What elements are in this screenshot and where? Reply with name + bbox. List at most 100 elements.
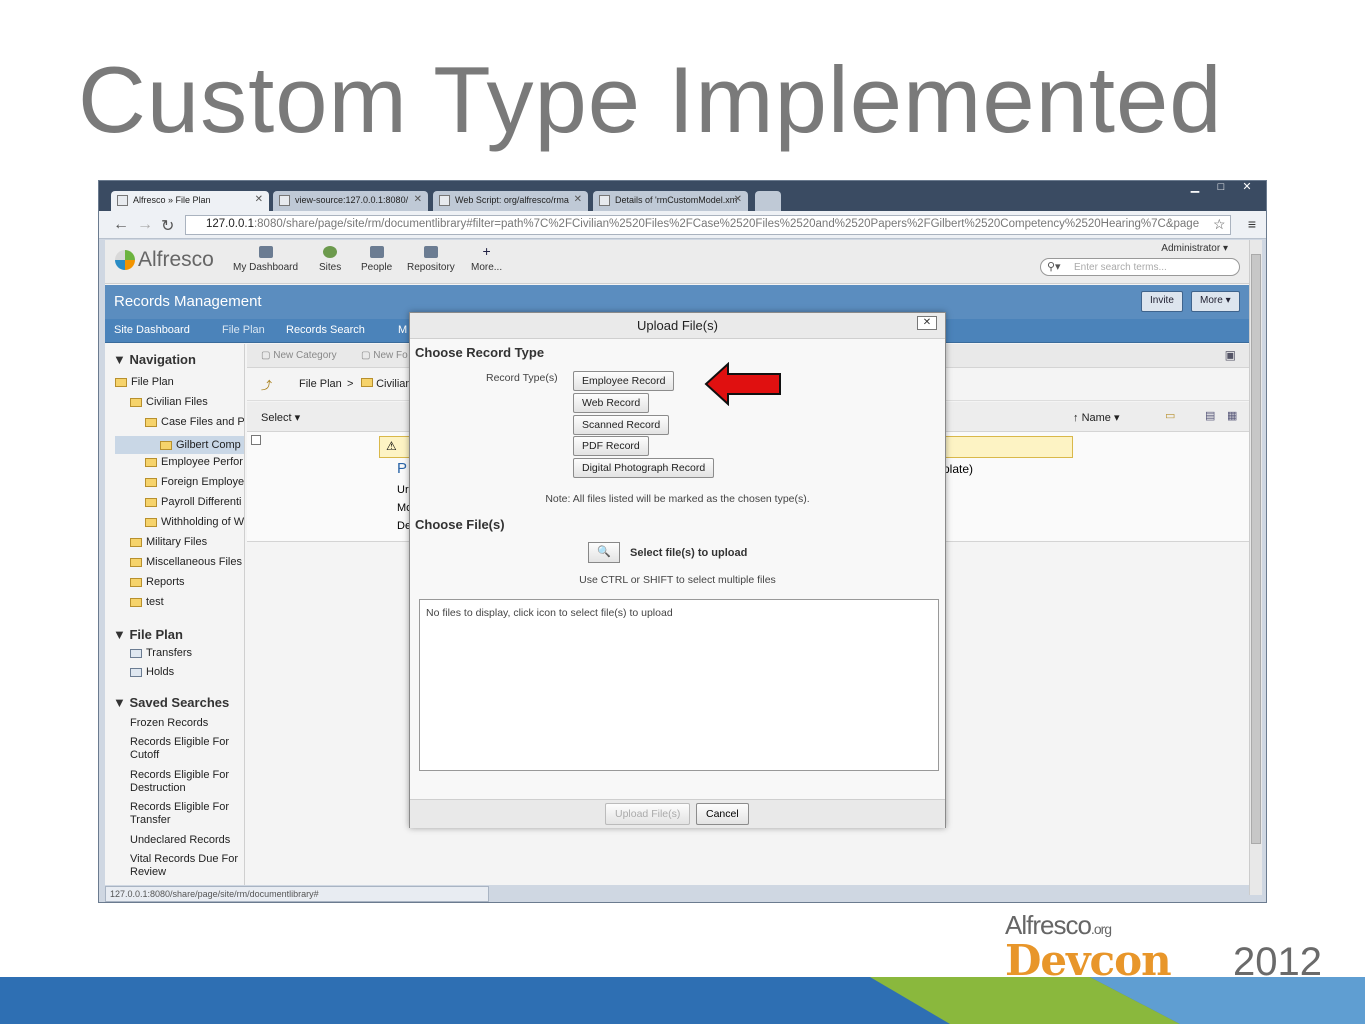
sidebar: ▼ Navigation File Plan Civilian Files Ca… [105, 344, 245, 885]
close-tab-icon[interactable]: ✕ [414, 194, 422, 205]
nav-sites[interactable]: Sites [319, 246, 341, 273]
holds-item[interactable]: Holds [130, 666, 174, 678]
saved-search-item[interactable]: Undeclared Records [130, 834, 230, 847]
saved-search-item[interactable]: Records Eligible For Transfer [130, 801, 240, 827]
slide-bottom-band [0, 977, 1365, 1024]
page-favicon-icon [599, 195, 610, 206]
tree-item-selected[interactable]: Gilbert Comp [115, 436, 244, 454]
nav-repository[interactable]: Repository [407, 246, 455, 273]
saved-search-item[interactable]: Records Eligible For Destruction [130, 769, 240, 795]
detail-view-icon[interactable]: ▦ [1227, 409, 1237, 422]
row-title[interactable]: P [397, 460, 407, 477]
digital-photograph-record-button[interactable]: Digital Photograph Record [573, 458, 715, 478]
maximize-icon[interactable]: □ [1208, 181, 1234, 195]
tab-label: view-source:127.0.0.1:8080/ [295, 195, 409, 205]
tree-label: Case Files and P [161, 416, 245, 428]
file-browse-icon[interactable]: 🔍 [588, 542, 620, 563]
tree-item[interactable]: Reports [130, 576, 185, 588]
browser-menu-icon[interactable]: ≡ [1248, 216, 1256, 232]
subnav-file-plan[interactable]: File Plan [222, 324, 265, 336]
saved-search-item[interactable]: Frozen Records [130, 717, 208, 730]
nav-more[interactable]: + More... [471, 243, 502, 273]
tree-item[interactable]: Employee Perfor [145, 456, 243, 468]
tree-item[interactable]: Foreign Employe [145, 476, 244, 488]
sort-menu[interactable]: ↑ Name ▾ [1073, 411, 1119, 424]
nav-label: Sites [319, 262, 342, 273]
browser-tab-details[interactable]: Details of 'rmCustomModel.xm ✕ [593, 191, 748, 211]
row-checkbox[interactable] [251, 435, 261, 445]
saved-search-item[interactable]: Records Eligible For Cutoff [130, 736, 240, 762]
search-input[interactable]: ⚲▾ Enter search terms... [1040, 258, 1240, 276]
select-files-label[interactable]: Select file(s) to upload [630, 547, 747, 559]
tree-item[interactable]: Payroll Differenti [145, 496, 242, 508]
address-row: ← → ↻ 127.0.0.1:8080/share/page/site/rm/… [99, 211, 1266, 239]
folder-icon [130, 397, 142, 407]
nav-people[interactable]: People [361, 246, 392, 273]
page-scrollbar[interactable] [1249, 240, 1262, 895]
back-arrow-icon[interactable]: ← [113, 216, 129, 234]
dialog-close-button[interactable]: ✕ [917, 316, 937, 330]
heading-label: Navigation [129, 352, 196, 367]
more-button[interactable]: More ▾ [1191, 291, 1240, 312]
reload-icon[interactable]: ↻ [161, 216, 174, 236]
crumb-civilian[interactable]: Civilian [361, 378, 412, 390]
new-tab-button[interactable] [755, 191, 781, 211]
scanned-record-button[interactable]: Scanned Record [573, 415, 670, 435]
thumbnail-image[interactable] [307, 446, 357, 482]
folder-up-icon[interactable]: ⤴ [261, 377, 272, 393]
invite-button[interactable]: Invite [1141, 291, 1183, 312]
minimize-icon[interactable]: ▁ [1182, 181, 1208, 195]
tree-item[interactable]: Miscellaneous Files [130, 556, 242, 568]
new-category-button[interactable]: ▢ New Category [261, 350, 337, 361]
list-view-icon[interactable]: ▤ [1205, 409, 1215, 422]
folder-icon [145, 497, 157, 507]
new-folder-button[interactable]: ▢ New Fo [361, 350, 408, 361]
employee-record-button[interactable]: Employee Record [573, 371, 675, 391]
search-icon[interactable]: ⚲▾ [1047, 260, 1061, 273]
browser-tab-file-plan[interactable]: Alfresco » File Plan ✕ [111, 191, 269, 211]
file-list[interactable]: No files to display, click icon to selec… [419, 599, 939, 771]
close-tab-icon[interactable]: ✕ [574, 194, 582, 205]
upload-files-button[interactable]: Upload File(s) [605, 803, 691, 825]
nav-my-dashboard[interactable]: My Dashboard [233, 246, 298, 273]
folder-view-icon[interactable]: ▭ [1165, 409, 1175, 422]
subnav-records-search[interactable]: Records Search [286, 324, 365, 336]
tree-item[interactable]: Case Files and P [145, 416, 245, 428]
bookmark-star-icon[interactable]: ☆ [1213, 216, 1226, 233]
close-window-icon[interactable]: ✕ [1234, 181, 1260, 195]
folder-icon [145, 457, 157, 467]
close-tab-icon[interactable]: ✕ [734, 194, 742, 205]
tree-item[interactable]: File Plan [115, 376, 174, 388]
subnav-more[interactable]: M [398, 324, 407, 336]
pdf-record-button[interactable]: PDF Record [573, 436, 649, 456]
close-tab-icon[interactable]: ✕ [255, 194, 263, 205]
navigation-heading[interactable]: ▼ Navigation [113, 352, 196, 367]
window-controls: ▁ □ ✕ [1182, 181, 1260, 195]
crumb-file-plan[interactable]: File Plan [299, 378, 342, 390]
saved-searches-heading[interactable]: ▼ Saved Searches [113, 695, 229, 710]
tree-item[interactable]: Civilian Files [130, 396, 208, 408]
browser-tab-view-source[interactable]: view-source:127.0.0.1:8080/ ✕ [273, 191, 428, 211]
fileplan-heading[interactable]: ▼ File Plan [113, 627, 183, 642]
forward-arrow-icon[interactable]: → [137, 216, 153, 234]
scrollbar-thumb[interactable] [1251, 254, 1261, 844]
address-bar[interactable]: 127.0.0.1:8080/share/page/site/rm/docume… [185, 215, 1231, 235]
folder-icon [130, 537, 142, 547]
saved-search-item[interactable]: Vital Records Due For Review [130, 853, 242, 879]
select-files-control[interactable]: 🔍 Select file(s) to upload [588, 542, 747, 563]
subnav-site-dashboard[interactable]: Site Dashboard [114, 324, 190, 336]
tree-label: Military Files [146, 536, 208, 548]
transfers-item[interactable]: Transfers [130, 647, 192, 659]
cancel-button[interactable]: Cancel [696, 803, 749, 825]
folder-icon [145, 517, 157, 527]
tree-item[interactable]: Withholding of W [145, 516, 244, 528]
browser-tab-web-script[interactable]: Web Script: org/alfresco/rma ✕ [433, 191, 588, 211]
tree-item[interactable]: test [130, 596, 164, 608]
plus-icon: + [482, 243, 491, 259]
tree-item[interactable]: Military Files [130, 536, 207, 548]
select-menu[interactable]: Select ▾ [261, 411, 300, 424]
user-menu[interactable]: Administrator ▾ [1161, 243, 1228, 254]
web-record-button[interactable]: Web Record [573, 393, 650, 413]
alfresco-logo[interactable]: Alfresco [115, 248, 214, 272]
panel-toggle-icon[interactable]: ▣ [1225, 348, 1236, 362]
